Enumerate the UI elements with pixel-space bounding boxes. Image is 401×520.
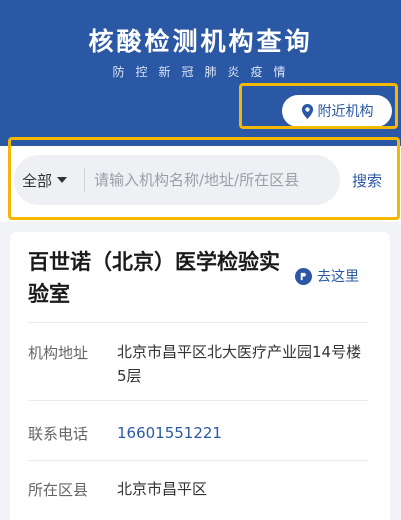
highlight-box-search bbox=[8, 137, 400, 220]
district-value: 北京市昌平区 bbox=[117, 480, 208, 498]
divider bbox=[28, 400, 368, 401]
divider bbox=[28, 322, 368, 323]
phone-label: 联系电话 bbox=[28, 425, 89, 443]
divider bbox=[28, 460, 368, 461]
institution-name: 百世诺（北京）医学检验实验室 bbox=[28, 250, 280, 306]
district-label: 所在区县 bbox=[28, 481, 89, 499]
page-subtitle: 防控新冠肺炎疫情 bbox=[112, 65, 297, 79]
address-value: 北京市昌平区北大医疗产业园14号楼5层 bbox=[117, 343, 362, 385]
goto-button[interactable]: 去这里 bbox=[295, 266, 359, 286]
address-label: 机构地址 bbox=[28, 344, 89, 362]
goto-label: 去这里 bbox=[317, 269, 359, 285]
phone-link[interactable]: 16601551221 bbox=[117, 421, 367, 445]
page-title: 核酸检测机构查询 bbox=[88, 27, 313, 56]
navigation-icon bbox=[295, 267, 312, 285]
highlight-box-nearby bbox=[239, 83, 398, 129]
